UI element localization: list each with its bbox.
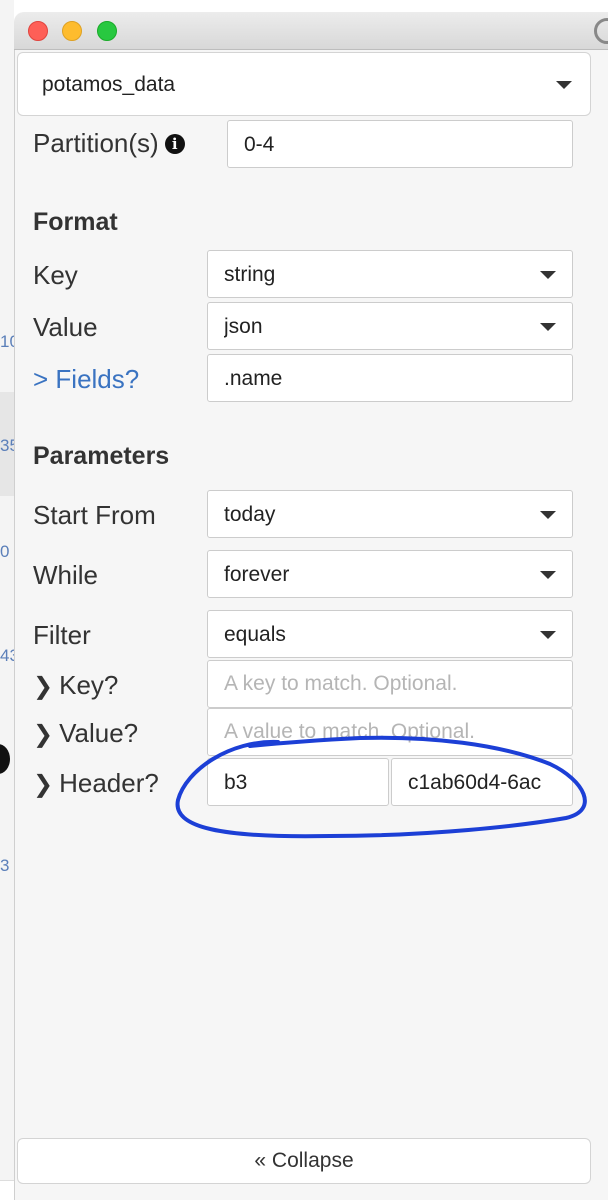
- start-from-label: Start From: [33, 500, 156, 530]
- partitions-label: Partition(s) i: [33, 128, 185, 159]
- chevron-right-icon: ❯: [33, 673, 54, 700]
- value-format-label: Value: [33, 312, 98, 342]
- header-name-field[interactable]: b3: [207, 758, 389, 806]
- collapse-label: Collapse: [271, 1149, 354, 1172]
- value-format-value: json: [224, 315, 263, 338]
- chevron-down-icon: [540, 511, 556, 519]
- start-from-select[interactable]: today: [207, 490, 573, 538]
- window-maximize-button[interactable]: [97, 21, 117, 41]
- topic-select[interactable]: potamos_data: [17, 52, 591, 116]
- start-from-value: today: [224, 503, 276, 526]
- key-format-value: string: [224, 263, 276, 286]
- while-label: While: [33, 560, 99, 590]
- value-match-label: Value?: [59, 718, 139, 748]
- filter-value: equals: [224, 623, 286, 646]
- chevron-down-icon: [540, 571, 556, 579]
- fields-toggle-link[interactable]: > Fields?: [33, 364, 139, 395]
- chevron-down-icon: [540, 323, 556, 331]
- key-format-label: Key: [33, 260, 78, 290]
- chevron-down-icon: [540, 271, 556, 279]
- double-chevron-left-icon: «: [254, 1149, 267, 1172]
- window-close-button[interactable]: [28, 21, 48, 41]
- chevron-right-icon: ❯: [33, 771, 54, 798]
- partitions-label-text: Partition(s): [33, 128, 159, 158]
- background-sidebar: [0, 0, 14, 1200]
- header-value-value: c1ab60d4-6ac: [408, 771, 542, 794]
- format-heading: Format: [33, 208, 118, 236]
- window-titlebar: [14, 12, 608, 50]
- partitions-field[interactable]: 0-4: [227, 120, 573, 168]
- value-format-select[interactable]: json: [207, 302, 573, 350]
- fields-input[interactable]: .name: [207, 354, 573, 402]
- window-minimize-button[interactable]: [62, 21, 82, 41]
- header-value-field[interactable]: c1ab60d4-6ac: [391, 758, 573, 806]
- background-number: 3: [0, 856, 10, 875]
- header-name-value: b3: [224, 771, 248, 794]
- key-format-select[interactable]: string: [207, 250, 573, 298]
- chevron-down-icon: [556, 81, 572, 89]
- chevron-down-icon: [540, 631, 556, 639]
- key-match-toggle[interactable]: ❯ Key?: [33, 670, 118, 701]
- header-match-toggle[interactable]: ❯ Header?: [33, 768, 159, 799]
- info-circle-icon[interactable]: i: [164, 134, 185, 154]
- background-number: 35: [0, 436, 14, 455]
- topic-select-value: potamos_data: [42, 73, 176, 96]
- background-number: 43: [0, 646, 14, 665]
- chevron-right-icon: ❯: [33, 721, 54, 748]
- fields-value: .name: [224, 367, 283, 390]
- partitions-value: 0-4: [244, 133, 275, 156]
- while-value: forever: [224, 563, 290, 586]
- collapse-button[interactable]: « Collapse: [17, 1138, 591, 1184]
- header-match-label: Header?: [59, 768, 159, 798]
- value-match-input[interactable]: [208, 709, 572, 755]
- filter-select[interactable]: equals: [207, 610, 573, 658]
- parameters-heading: Parameters: [33, 442, 170, 470]
- key-match-label: Key?: [59, 670, 119, 700]
- key-match-input[interactable]: [208, 661, 572, 707]
- consumer-settings-panel: potamos_data Partition(s) i 0-4 Format Ke…: [14, 50, 608, 1200]
- gear-icon[interactable]: [594, 18, 608, 44]
- while-select[interactable]: forever: [207, 550, 573, 598]
- background-number: 0: [0, 542, 10, 561]
- filter-label: Filter: [33, 620, 91, 650]
- value-match-toggle[interactable]: ❯ Value?: [33, 718, 138, 749]
- key-match-field[interactable]: [207, 660, 573, 708]
- value-match-field[interactable]: [207, 708, 573, 756]
- background-number: 10: [0, 332, 14, 351]
